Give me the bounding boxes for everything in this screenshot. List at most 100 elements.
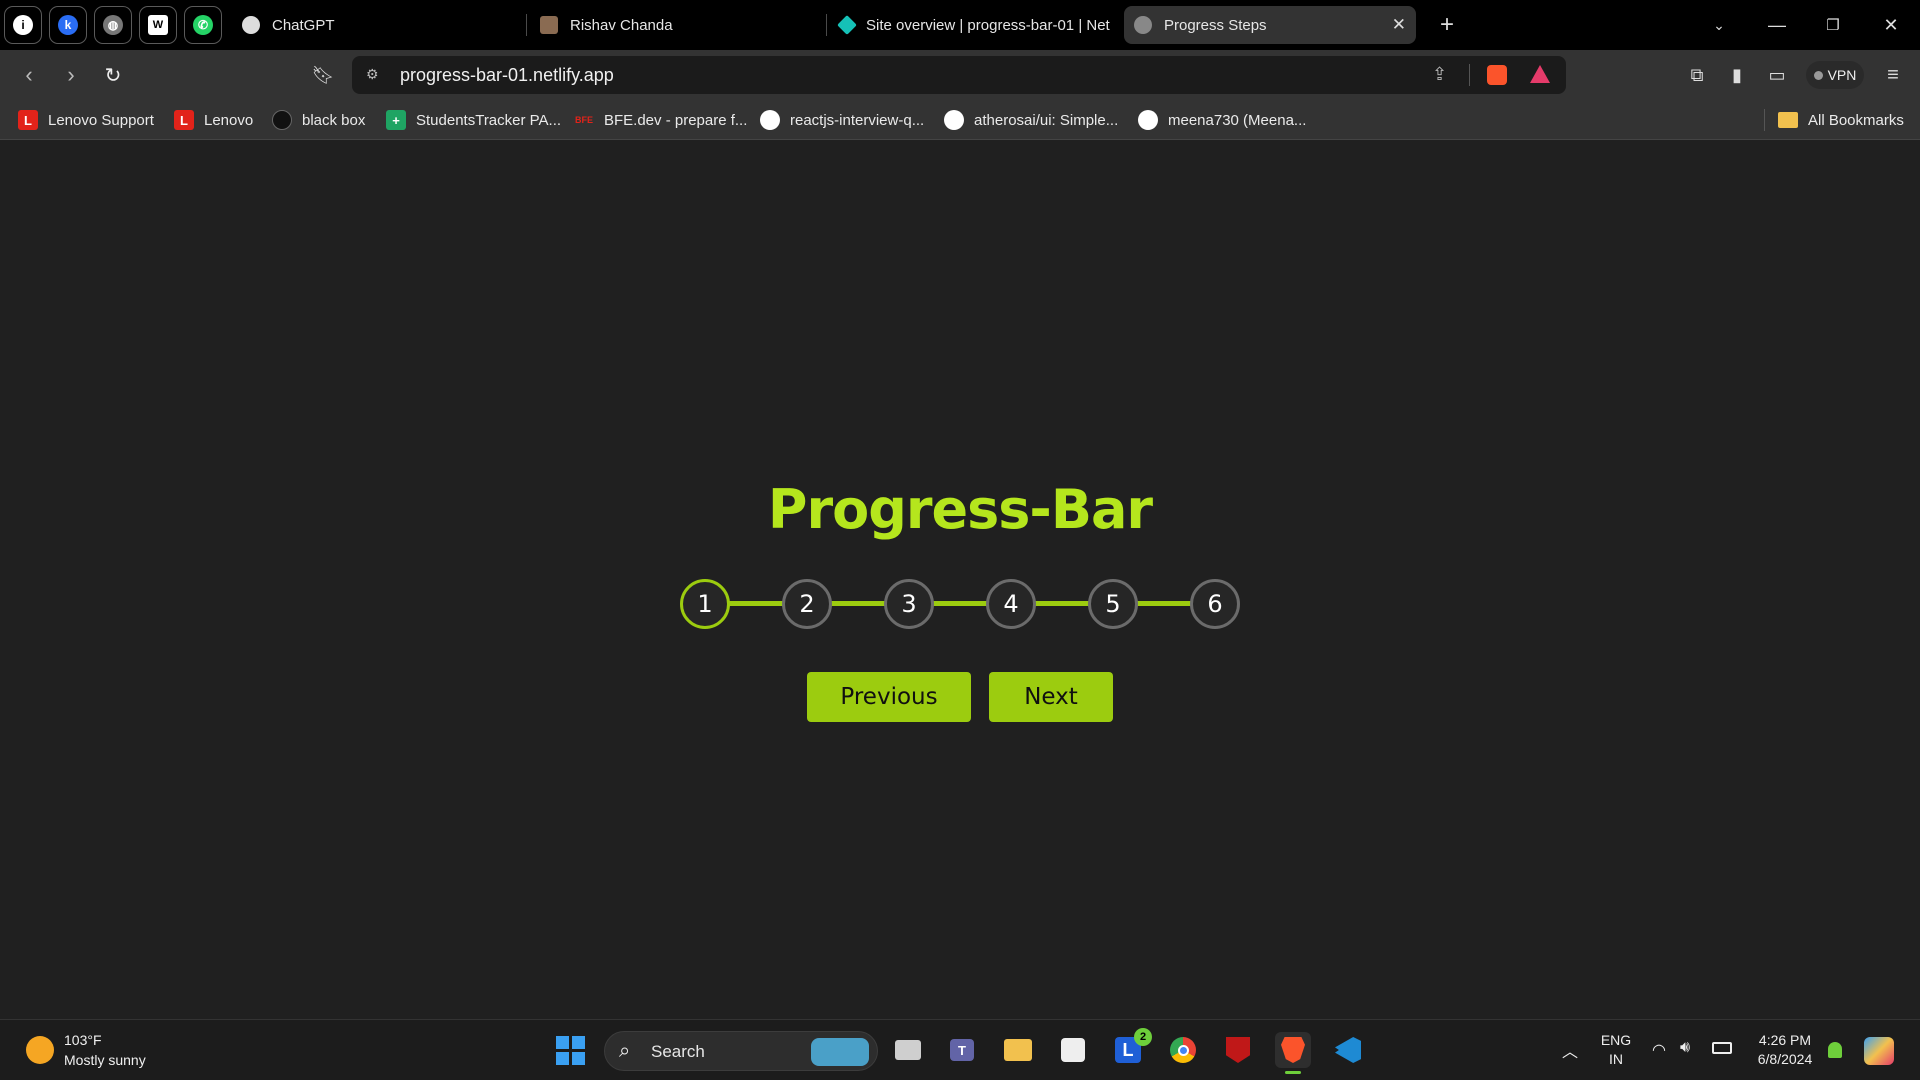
- brave-shields-icon[interactable]: [1487, 65, 1507, 85]
- sidebar-icon[interactable]: ▮: [1722, 60, 1752, 90]
- github-icon: [760, 110, 780, 130]
- bookmark-studentstracker[interactable]: + StudentsTracker PA...: [386, 108, 561, 132]
- bookmark-reactjs-interview[interactable]: reactjs-interview-q...: [760, 108, 924, 132]
- bookmark-label: black box: [302, 111, 366, 129]
- microsoft-store-button[interactable]: [1055, 1032, 1091, 1068]
- progress-line: [702, 601, 1218, 606]
- bookmark-black-box[interactable]: black box: [272, 108, 365, 132]
- sheets-icon: +: [386, 110, 406, 130]
- pinned-tab-kaspersky[interactable]: k: [49, 6, 87, 44]
- brave-button[interactable]: [1275, 1032, 1311, 1074]
- chrome-button[interactable]: [1165, 1032, 1201, 1068]
- tab-chatgpt[interactable]: ChatGPT: [232, 6, 522, 44]
- battery-icon[interactable]: [1712, 1042, 1732, 1054]
- chatgpt-icon: [242, 16, 260, 34]
- file-explorer-button[interactable]: [1000, 1032, 1036, 1068]
- step-circle-6: 6: [1190, 579, 1240, 629]
- bookmark-lenovo-support[interactable]: L Lenovo Support: [18, 108, 154, 132]
- sun-cloud-icon: [26, 1036, 54, 1064]
- forward-button[interactable]: ›: [56, 60, 86, 90]
- github-icon: [1138, 110, 1158, 130]
- bookmark-label: StudentsTracker PA...: [416, 111, 562, 129]
- lenovo-icon: L: [18, 110, 38, 130]
- tab-netlify[interactable]: Site overview | progress-bar-01 | Net: [830, 6, 1110, 44]
- bookmark-label: BFE.dev - prepare f...: [604, 111, 748, 129]
- volume-icon[interactable]: 🔊︎: [1680, 1039, 1690, 1057]
- brave-icon: [1281, 1037, 1305, 1063]
- address-bar[interactable]: ⚙ progress-bar-01.netlify.app ⇪: [352, 56, 1566, 94]
- pinned-tab-info[interactable]: i: [4, 6, 42, 44]
- tab-rishav-chanda[interactable]: Rishav Chanda: [530, 6, 820, 44]
- vscode-button[interactable]: [1330, 1032, 1366, 1068]
- clock-date[interactable]: 6/8/2024: [1750, 1051, 1820, 1067]
- show-hidden-icons-button[interactable]: ︿: [1552, 1032, 1588, 1068]
- close-window-button[interactable]: ✕: [1876, 10, 1906, 40]
- mcafee-icon: [1226, 1037, 1250, 1063]
- teams-button[interactable]: T: [944, 1032, 980, 1068]
- search-icon: ⌕: [619, 1040, 631, 1062]
- windows-taskbar: 103°F Mostly sunny ⌕ Search T L 2 ︿ ENG …: [0, 1019, 1920, 1080]
- vpn-label: VPN: [1827, 67, 1857, 83]
- search-label: Search: [651, 1042, 705, 1061]
- bookmark-atherosai-ui[interactable]: atherosai/ui: Simple...: [944, 108, 1118, 132]
- bookmark-label: Lenovo Support: [48, 111, 154, 129]
- back-button[interactable]: ‹: [14, 60, 44, 90]
- clock-time[interactable]: 4:26 PM: [1750, 1032, 1820, 1048]
- bookmark-icon[interactable]: 🔖︎: [308, 60, 338, 90]
- chrome-icon: [1170, 1037, 1196, 1063]
- tab-label: Rishav Chanda: [570, 16, 673, 34]
- step-circle-2: 2: [782, 579, 832, 629]
- info-icon: i: [13, 15, 33, 35]
- bookmark-bfe-dev[interactable]: BFE BFE.dev - prepare f...: [574, 108, 747, 132]
- store-icon: [1061, 1038, 1085, 1062]
- browser-toolbar: ‹ › ↻ 🔖︎ ⚙ progress-bar-01.netlify.app ⇪…: [0, 50, 1920, 100]
- menu-icon[interactable]: ≡: [1878, 60, 1908, 90]
- taskbar-search[interactable]: ⌕ Search: [604, 1031, 878, 1071]
- language-top[interactable]: ENG: [1596, 1032, 1636, 1048]
- bookmark-lenovo[interactable]: L Lenovo: [174, 108, 253, 132]
- pinned-tab-globe[interactable]: ◍: [94, 6, 132, 44]
- tab-strip: i k ◍ W ✆ ChatGPT Rishav Chanda Site ove…: [0, 0, 1920, 50]
- weather-description: Mostly sunny: [64, 1052, 146, 1068]
- bookmark-label: reactjs-interview-q...: [790, 111, 925, 129]
- next-button[interactable]: Next: [989, 672, 1113, 722]
- notification-bell-icon[interactable]: [1828, 1042, 1842, 1058]
- pinned-tab-whatsapp[interactable]: ✆: [184, 6, 222, 44]
- vpn-button[interactable]: VPN: [1806, 61, 1864, 89]
- new-tab-button[interactable]: +: [1432, 10, 1462, 40]
- page-title: Progress-Bar: [767, 478, 1153, 541]
- pinned-tab-wikipedia[interactable]: W: [139, 6, 177, 44]
- minimize-button[interactable]: —: [1762, 10, 1792, 40]
- wallet-icon[interactable]: ▭: [1762, 60, 1792, 90]
- tab-label: Progress Steps: [1164, 16, 1267, 34]
- restore-button[interactable]: ❐: [1818, 10, 1848, 40]
- task-view-button[interactable]: [890, 1032, 926, 1068]
- teams-icon: T: [950, 1039, 974, 1061]
- app-l-button[interactable]: L 2: [1110, 1028, 1152, 1068]
- netlify-icon: [837, 15, 857, 35]
- whatsapp-icon: ✆: [193, 15, 213, 35]
- brave-rewards-icon[interactable]: [1530, 65, 1550, 83]
- extensions-icon[interactable]: ⧉: [1682, 60, 1712, 90]
- globe-icon: [1134, 16, 1152, 34]
- step-circle-4: 4: [986, 579, 1036, 629]
- previous-button[interactable]: Previous: [807, 672, 971, 722]
- close-icon[interactable]: ✕: [1392, 15, 1406, 35]
- search-highlight-icon: [811, 1038, 869, 1066]
- folder-icon: [1778, 112, 1798, 128]
- language-bottom[interactable]: IN: [1596, 1051, 1636, 1067]
- task-view-icon: [895, 1040, 921, 1060]
- tab-search-chevron-icon[interactable]: ⌄: [1704, 10, 1734, 40]
- url-text[interactable]: progress-bar-01.netlify.app: [400, 65, 614, 86]
- copilot-icon[interactable]: [1864, 1037, 1894, 1065]
- reload-button[interactable]: ↻: [98, 60, 128, 90]
- start-button[interactable]: [552, 1032, 588, 1068]
- site-settings-icon[interactable]: ⚙: [366, 66, 384, 84]
- share-icon[interactable]: ⇪: [1432, 64, 1447, 85]
- tab-progress-steps[interactable]: Progress Steps ✕: [1124, 6, 1416, 44]
- mcafee-button[interactable]: [1220, 1032, 1256, 1068]
- bookmark-meena730[interactable]: meena730 (Meena...: [1138, 108, 1306, 132]
- all-bookmarks-button[interactable]: All Bookmarks: [1778, 108, 1904, 132]
- wifi-icon[interactable]: ◠: [1652, 1040, 1666, 1060]
- all-bookmarks-label: All Bookmarks: [1808, 111, 1904, 129]
